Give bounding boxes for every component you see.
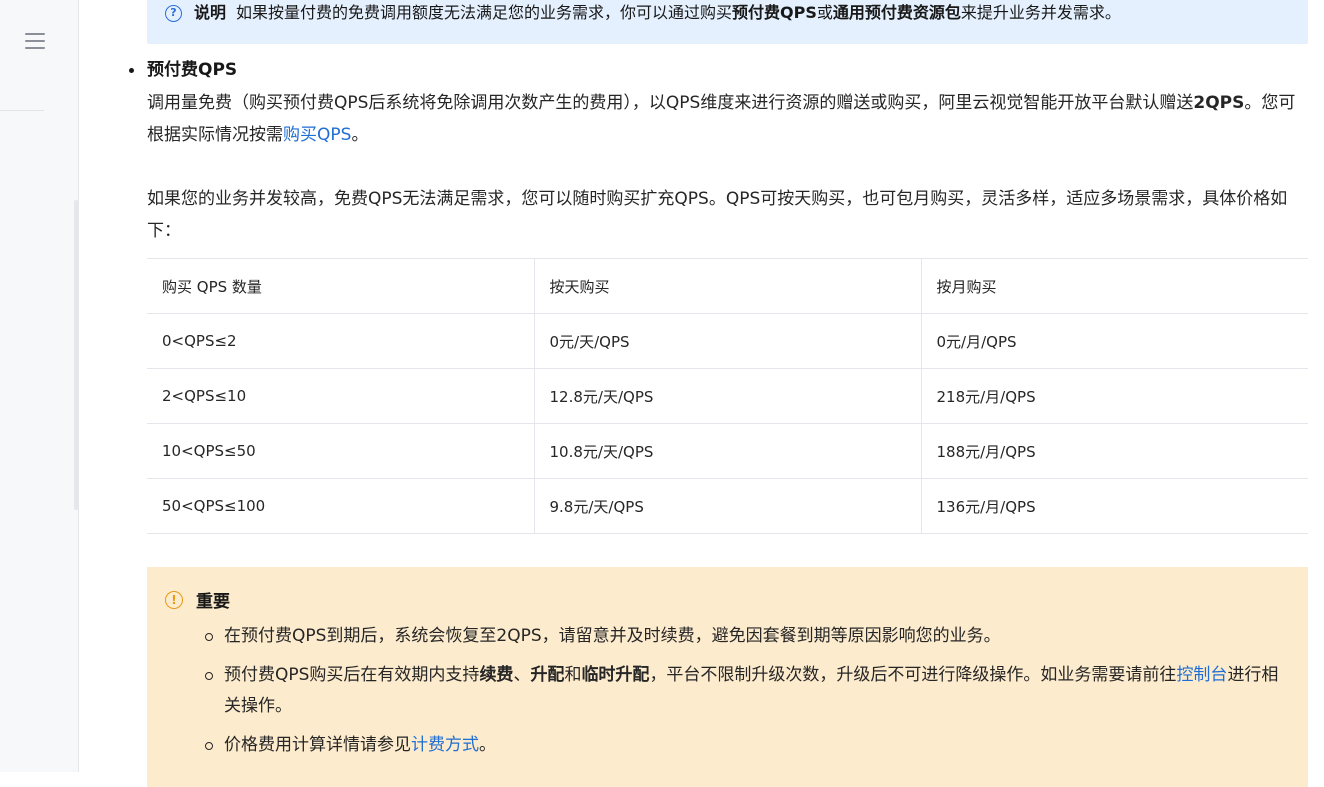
table-cell: 0<QPS≤2: [147, 313, 534, 369]
note-callout: ? 说明 如果按量付费的免费调用额度无法满足您的业务需求，你可以通过购买预付费Q…: [147, 0, 1308, 44]
table-cell: 9.8元/天/QPS: [533, 478, 921, 534]
table-cell: 0元/天/QPS: [533, 313, 921, 369]
info-icon: ?: [165, 4, 182, 22]
important-title: ! 重要: [165, 587, 230, 612]
note-label: 说明: [194, 3, 227, 22]
section-heading: 预付费QPS: [128, 60, 238, 80]
list-item: 价格费用计算详情请参见计费方式。: [205, 730, 1294, 761]
table-row: 50<QPS≤100 9.8元/天/QPS 136元/月/QPS: [147, 478, 1308, 534]
sidebar-divider: [0, 110, 44, 111]
billing-method-link[interactable]: 计费方式: [411, 735, 479, 755]
pricing-table: 购买 QPS 数量 按天购买 按月购买 0<QPS≤2 0元/天/QPS 0元/…: [147, 258, 1308, 534]
table-cell: 136元/月/QPS: [920, 478, 1308, 534]
table-row: 10<QPS≤50 10.8元/天/QPS 188元/月/QPS: [147, 423, 1308, 479]
table-cell: 12.8元/天/QPS: [533, 368, 921, 424]
note-text: 如果按量付费的免费调用额度无法满足您的业务需求，你可以通过购买预付费QPS或通用…: [236, 3, 1121, 22]
table-cell: 218元/月/QPS: [920, 368, 1308, 424]
table-cell: 2<QPS≤10: [147, 368, 534, 424]
list-item: 在预付费QPS到期后，系统会恢复至2QPS，请留意并及时续费，避免因套餐到期等原…: [205, 621, 1294, 652]
table-row: 2<QPS≤10 12.8元/天/QPS 218元/月/QPS: [147, 368, 1308, 424]
table-row: 0<QPS≤2 0元/天/QPS 0元/月/QPS: [147, 313, 1308, 369]
important-list: 在预付费QPS到期后，系统会恢复至2QPS，请留意并及时续费，避免因套餐到期等原…: [205, 621, 1294, 769]
console-link[interactable]: 控制台: [1176, 665, 1227, 685]
left-sidebar: [0, 0, 79, 772]
table-header: 按天购买: [533, 258, 921, 314]
table-cell: 0元/月/QPS: [920, 313, 1308, 369]
pricing-paragraph: 如果您的业务并发较高，免费QPS无法满足需求，您可以随时购买扩充QPS。QPS可…: [147, 189, 1288, 241]
table-cell: 50<QPS≤100: [147, 478, 534, 534]
table-header: 购买 QPS 数量: [147, 258, 534, 314]
warning-icon: !: [165, 590, 183, 609]
table-cell: 188元/月/QPS: [920, 423, 1308, 479]
table-cell: 10<QPS≤50: [147, 423, 534, 479]
sidebar-scrollbar[interactable]: [74, 200, 78, 510]
important-callout: ! 重要 在预付费QPS到期后，系统会恢复至2QPS，请留意并及时续费，避免因套…: [147, 567, 1308, 787]
table-header-row: 购买 QPS 数量 按天购买 按月购买: [147, 258, 1308, 314]
table-cell: 10.8元/天/QPS: [533, 423, 921, 479]
list-item: 预付费QPS购买后在有效期内支持续费、升配和临时升配，平台不限制升级次数，升级后…: [205, 660, 1294, 722]
section-intro: 调用量免费（购买预付费QPS后系统将免除调用次数产生的费用），以QPS维度来进行…: [147, 93, 1296, 145]
table-header: 按月购买: [920, 258, 1308, 314]
buy-qps-link[interactable]: 购买QPS: [283, 125, 351, 145]
menu-icon[interactable]: [25, 31, 45, 51]
